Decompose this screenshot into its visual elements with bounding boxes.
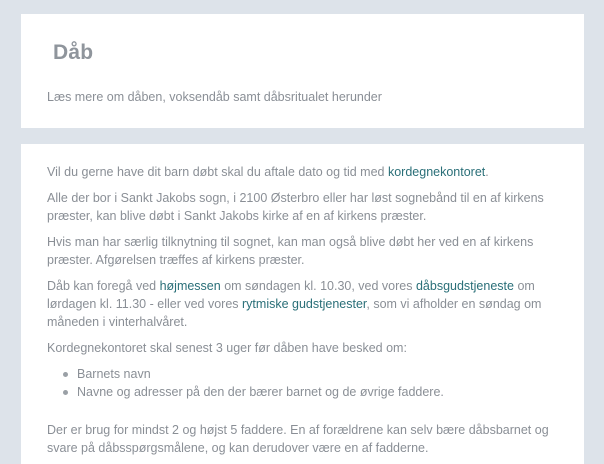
page-subtitle: Læs mere om dåben, voksendåb samt dåbsri…: [47, 90, 382, 104]
paragraph-godparents: Der er brug for mindst 2 og højst 5 fadd…: [47, 423, 549, 455]
paragraph-text: Vil du gerne have dit barn døbt skal du …: [47, 165, 388, 179]
paragraph-special-connection: Hvis man har særlig tilknytning til sogn…: [47, 235, 534, 267]
page-title: Dåb: [53, 41, 94, 64]
list-item: Barnets navn: [63, 365, 558, 383]
paragraph-services: Dåb kan foregå ved højmessen om søndagen…: [47, 277, 558, 331]
rytmiske-gudstjenester-link[interactable]: rytmiske gudstjenester: [242, 297, 366, 311]
kordegnekontoret-link[interactable]: kordegnekontoret: [388, 165, 485, 179]
header-card: Dåb Læs mere om dåben, voksendåb samt då…: [21, 14, 584, 128]
list-item: Navne og adresser på den der bærer barne…: [63, 383, 558, 401]
paragraph-contact: Vil du gerne have dit barn døbt skal du …: [47, 163, 558, 181]
paragraph-eligibility: Alle der bor i Sankt Jakobs sogn, i 2100…: [47, 191, 544, 223]
paragraph-text: om søndagen kl. 10.30, ved vores: [220, 279, 416, 293]
paragraph-notice: Kordegnekontoret skal senest 3 uger før …: [47, 341, 407, 355]
paragraph-text: .: [485, 165, 489, 179]
paragraph-text: Dåb kan foregå ved: [47, 279, 160, 293]
requirements-list: Barnets navn Navne og adresser på den de…: [47, 365, 558, 401]
daabsgudstjeneste-link[interactable]: dåbsgudstjeneste: [416, 279, 514, 293]
content-card: Vil du gerne have dit barn døbt skal du …: [21, 144, 584, 464]
hoejmessen-link[interactable]: højmessen: [160, 279, 221, 293]
